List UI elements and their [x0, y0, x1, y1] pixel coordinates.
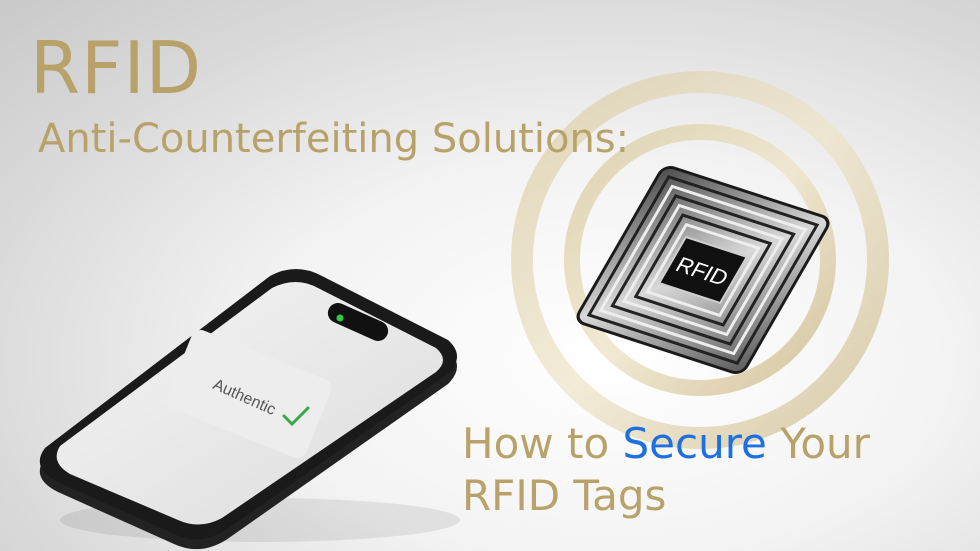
banner-subtitle: Anti-Counterfeiting Solutions: [38, 114, 629, 164]
smartphone: Authentic [39, 269, 460, 550]
tagline-line-1: How to Secure Your [462, 418, 870, 470]
banner-title-text: RFID [30, 26, 203, 110]
banner-subtitle-text: Anti-Counterfeiting Solutions: [38, 116, 630, 162]
banner: RFID Authentic RFID Anti-Counterfeiting … [0, 0, 980, 551]
tagline-before: How to [462, 419, 623, 468]
tagline-highlight: Secure [622, 419, 767, 468]
tagline-line-2: RFID Tags [462, 471, 667, 520]
banner-title: RFID [30, 28, 202, 108]
tagline-after: Your [766, 419, 870, 468]
tagline: How to Secure Your RFID Tags [462, 418, 870, 522]
